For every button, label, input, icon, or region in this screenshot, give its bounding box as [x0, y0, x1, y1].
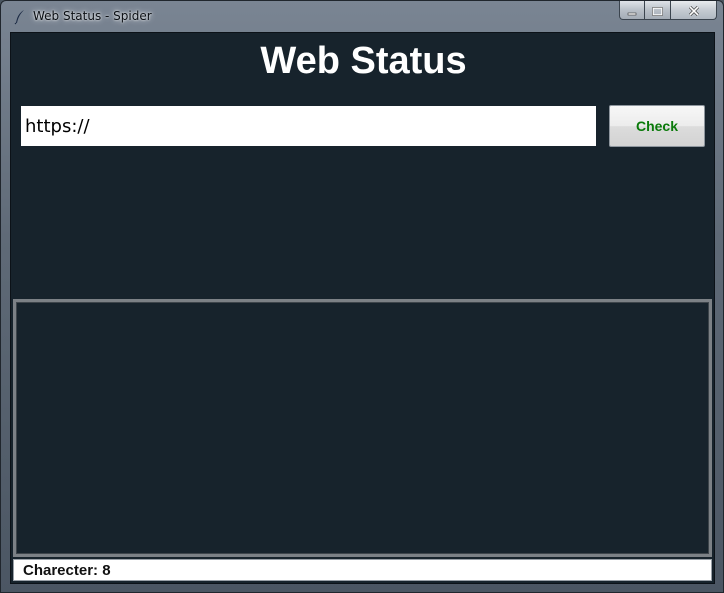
minimize-icon	[627, 1, 637, 20]
app-window: Web Status - Spider Web Status Check	[0, 0, 724, 593]
page-title: Web Status	[260, 40, 467, 82]
output-area[interactable]	[13, 299, 712, 557]
character-count: Charecter: 8	[23, 562, 111, 579]
close-icon	[688, 1, 700, 20]
title-bar[interactable]: Web Status - Spider	[1, 1, 723, 31]
url-input[interactable]	[21, 106, 596, 146]
caption-buttons	[619, 1, 717, 21]
client-area: Web Status Check Charecter: 8	[10, 32, 715, 584]
status-bar: Charecter: 8	[13, 559, 712, 581]
maximize-icon	[652, 1, 663, 20]
check-button[interactable]: Check	[609, 105, 705, 147]
feather-icon	[13, 9, 27, 25]
minimize-button[interactable]	[619, 1, 645, 20]
maximize-button[interactable]	[645, 1, 671, 20]
close-button[interactable]	[671, 1, 717, 20]
window-title: Web Status - Spider	[33, 9, 152, 23]
